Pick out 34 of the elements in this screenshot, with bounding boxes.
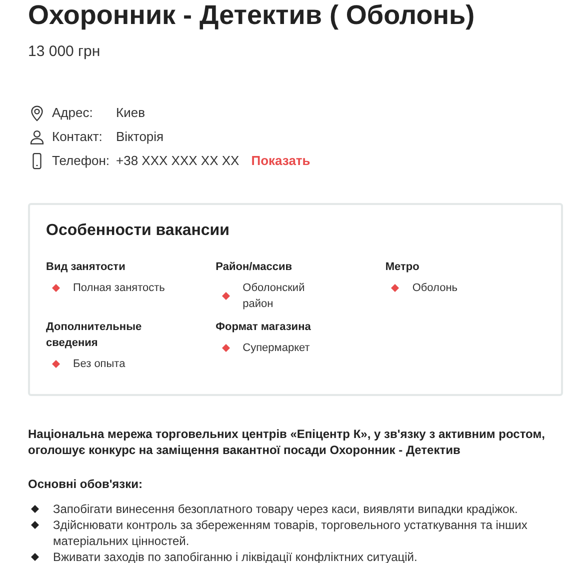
duty-item: Здійснювати контроль за збереженням товарів, торговельного устаткування та інших матеріальних цінностей. [53,517,528,549]
bullet-icon [31,521,39,529]
feature-label: Формат магазина [216,320,312,334]
feature-label: Метро [385,260,420,274]
contact-label: Адрес: [52,104,94,122]
salary: 13 000 грн [28,42,102,62]
bullet-icon [391,284,400,292]
feature-label: Дополнительные сведения [46,320,143,350]
feature-value: Оболонь [412,280,458,296]
feature-label: Вид занятости [46,260,126,274]
card-title: Особенности вакансии [46,220,230,240]
bullet-icon [52,360,60,368]
bullet-icon [52,284,60,292]
contact-value: +38 XXX XXX XX XX [116,152,240,170]
feature-value: Супермаркет [242,340,310,356]
contact-label: Телефон: [52,152,111,170]
bullet-icon [222,344,230,352]
user-icon [28,128,46,146]
bullet-icon [31,505,39,513]
duty-item: Запобігати винесення безоплатного товару через каси, виявляти випадки крадіжок. [53,501,519,517]
map-pin-icon [28,104,46,122]
contact-value: Вікторія [116,128,164,146]
job-title: Охоронник - Детектив ( Оболонь) [28,0,476,31]
feature-value: Без опыта [73,356,126,372]
feature-value: Оболонский район [242,280,306,312]
contact-value: Киев [116,104,145,122]
duties-heading: Основні обов'язки: [28,476,144,493]
intro-paragraph: Національна мережа торговельних центрів «Епіцентр К», у зв'язку з активним ростом, оголошує конкурс на заміщення вакантної посади Охоронник - Детектив [28,426,546,458]
contact-label: Контакт: [52,128,104,146]
show-phone-link[interactable]: Показать [251,150,310,170]
bullet-icon [222,292,230,300]
feature-value: Полная занятость [73,280,165,296]
feature-label: Район/массив [216,260,294,274]
bullet-icon [31,553,39,561]
